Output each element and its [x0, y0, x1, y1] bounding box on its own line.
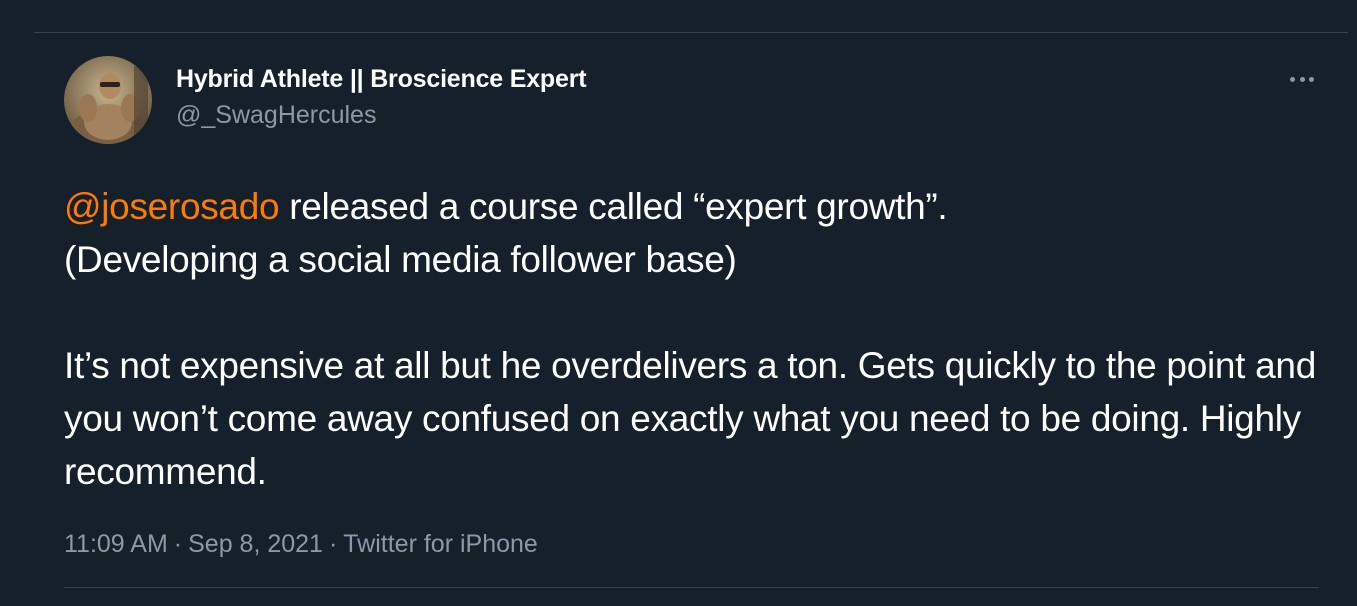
author-handle[interactable]: @_SwagHercules [176, 100, 586, 130]
author-names: Hybrid Athlete || Broscience Expert @_Sw… [176, 64, 587, 130]
tweet-source[interactable]: Twitter for iPhone [343, 530, 538, 558]
top-divider [34, 32, 1348, 33]
mention-link[interactable]: @joserosado [64, 186, 280, 227]
dot [1299, 76, 1305, 82]
tweet-header: Hybrid Athlete || Broscience Expert @_Sw… [64, 56, 1320, 144]
tweet-text: @joserosado released a course called “ex… [64, 180, 1320, 498]
avatar-image [64, 56, 152, 144]
meta-separator: · [173, 530, 183, 558]
tweet-line-1: @joserosado released a course called “ex… [64, 180, 1320, 233]
dot [1290, 76, 1295, 82]
bottom-divider [64, 587, 1319, 588]
tweet-line-2: (Developing a social media follower base… [64, 239, 737, 280]
tweet: Hybrid Athlete || Broscience Expert @_Sw… [64, 56, 1320, 560]
tweet-meta: 11:09 AM · Sep 8, 2021 · Twitter for iPhone [64, 528, 1320, 560]
author-display-name[interactable]: Hybrid Athlete || Broscience Expert [176, 64, 587, 94]
dot [1309, 76, 1314, 82]
tweet-paragraph-2: It’s not expensive at all but he overdel… [64, 345, 1316, 492]
tweet-line-1-text: released a course called “expert growth”… [279, 186, 948, 227]
tweet-time[interactable]: 11:09 AM [64, 530, 168, 558]
avatar[interactable] [64, 56, 152, 144]
meta-separator: · [328, 530, 338, 558]
tweet-date[interactable]: Sep 8, 2021 [188, 530, 323, 558]
more-horizontal-icon[interactable] [1290, 68, 1314, 90]
